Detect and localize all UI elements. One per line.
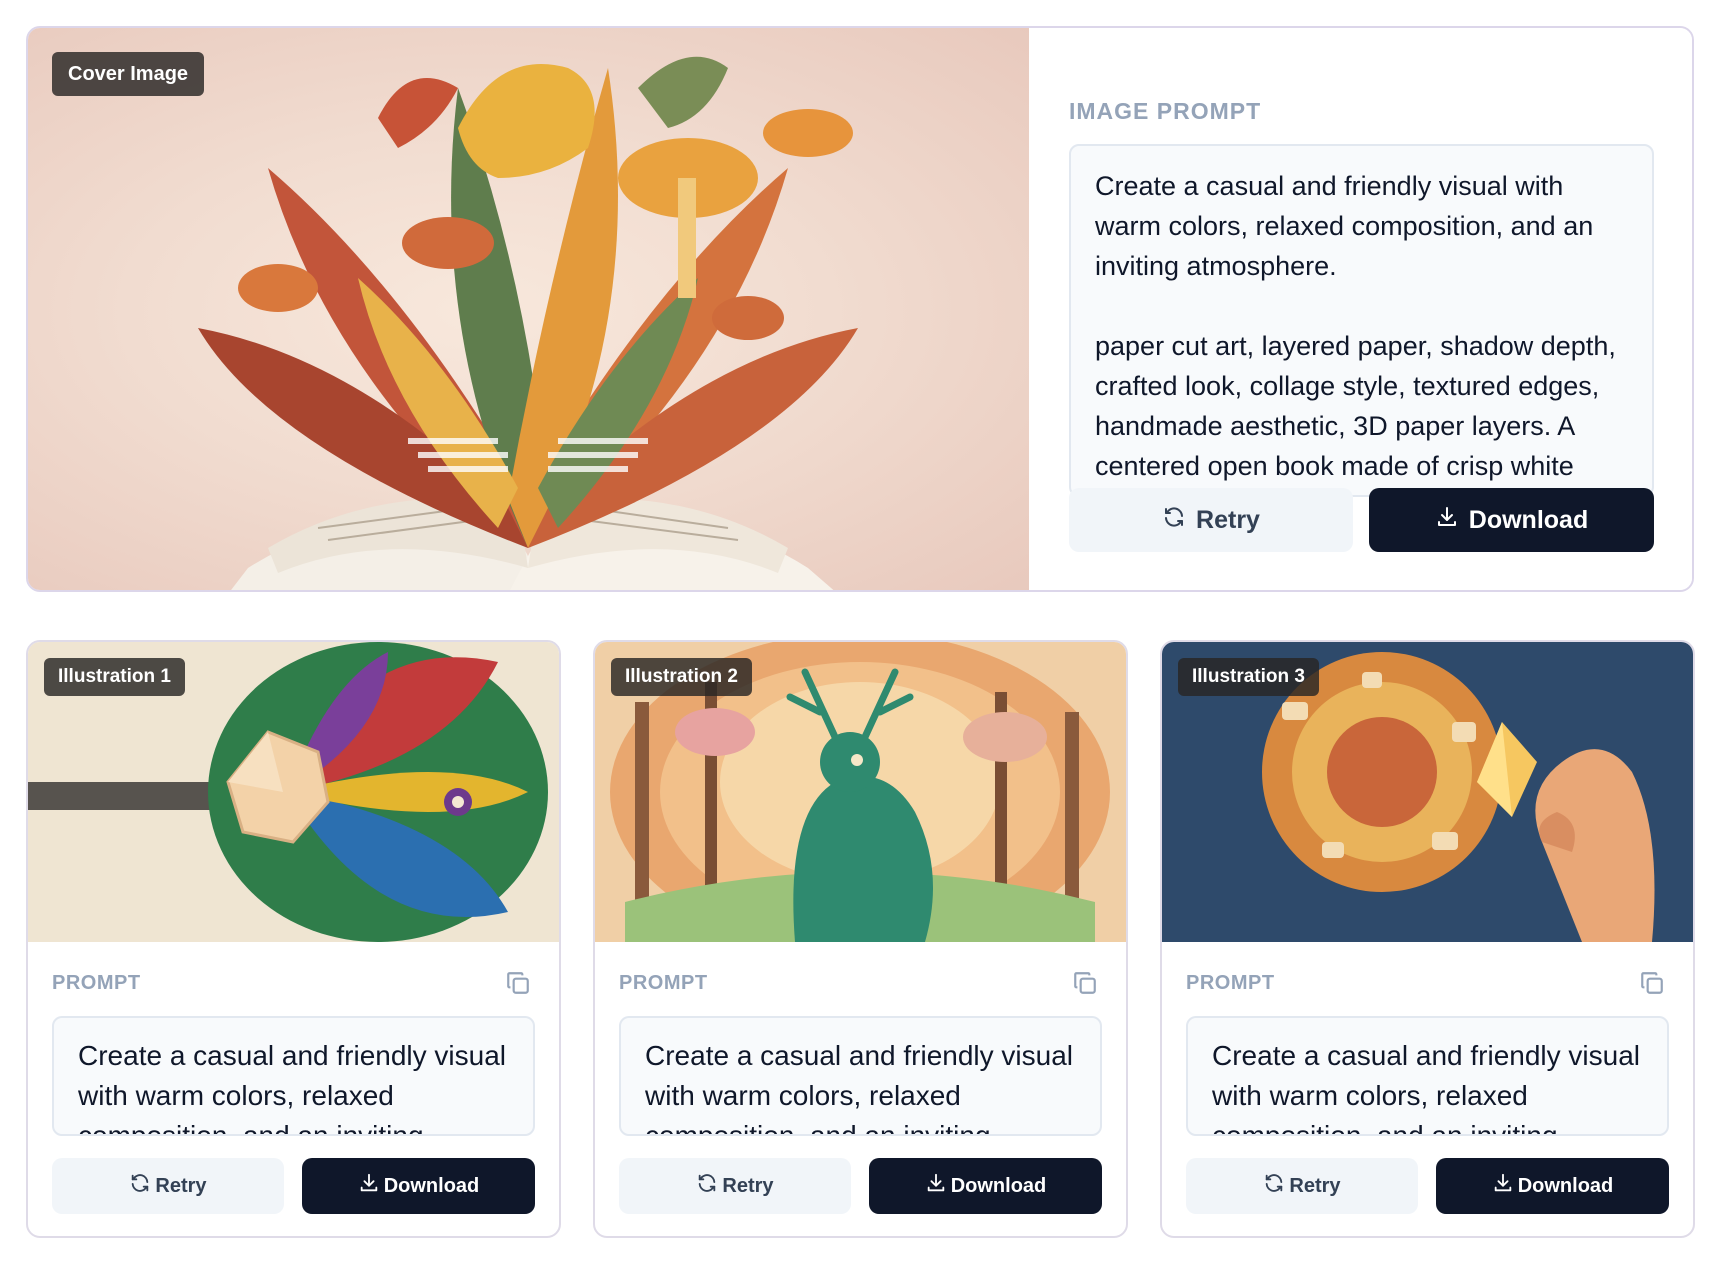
download-icon: [1492, 1172, 1514, 1200]
illustration-1-download-button[interactable]: Download: [302, 1158, 535, 1214]
cover-card: Cover Image IMAGE PROMPT Create a casual…: [26, 26, 1694, 592]
illustration-2-prompt-text[interactable]: Create a casual and friendly visual with…: [619, 1016, 1102, 1136]
cover-download-label: Download: [1468, 505, 1589, 534]
illustration-1-retry-label: Retry: [155, 1174, 207, 1197]
illustration-3-retry-button[interactable]: Retry: [1186, 1158, 1418, 1214]
illustration-1-retry-button[interactable]: Retry: [52, 1158, 284, 1214]
illustration-3-prompt-heading: PROMPT: [1186, 972, 1275, 994]
illustration-1-download-label: Download: [383, 1174, 480, 1197]
illustration-1-prompt-text[interactable]: Create a casual and friendly visual with…: [52, 1016, 535, 1136]
download-icon: [1435, 505, 1459, 536]
cover-prompt-text[interactable]: Create a casual and friendly visual with…: [1069, 144, 1654, 497]
illustration-2-download-label: Download: [950, 1174, 1047, 1197]
illustration-1-badge: Illustration 1: [44, 658, 185, 696]
refresh-icon: [129, 1172, 151, 1200]
illustration-3-prompt-text[interactable]: Create a casual and friendly visual with…: [1186, 1016, 1669, 1136]
cover-retry-label: Retry: [1196, 505, 1260, 534]
illustration-3-download-button[interactable]: Download: [1436, 1158, 1669, 1214]
illustration-2-badge: Illustration 2: [611, 658, 752, 696]
image-prompt-heading: IMAGE PROMPT: [1069, 98, 1262, 124]
cover-image: Cover Image: [28, 28, 1029, 590]
cover-artwork: [198, 56, 858, 590]
illustration-3-retry-label: Retry: [1289, 1174, 1341, 1197]
illustration-card-1: Illustration 1 PROMPT Create a casual an…: [26, 640, 561, 1238]
refresh-icon: [696, 1172, 718, 1200]
download-icon: [925, 1172, 947, 1200]
cover-retry-button[interactable]: Retry: [1069, 488, 1353, 552]
illustration-image-2: Illustration 2: [595, 642, 1126, 942]
refresh-icon: [1263, 1172, 1285, 1200]
illustration-1-prompt-heading: PROMPT: [52, 972, 141, 994]
illustration-2-download-button[interactable]: Download: [869, 1158, 1102, 1214]
copy-icon[interactable]: [505, 970, 531, 996]
illustration-card-2: Illustration 2 PROMPT Create a casual an…: [593, 640, 1128, 1238]
cover-image-badge: Cover Image: [52, 52, 205, 96]
cover-prompt-panel: IMAGE PROMPT Create a casual and friendl…: [1029, 28, 1692, 590]
cover-download-button[interactable]: Download: [1369, 488, 1654, 552]
illustration-card-3: Illustration 3 PROMPT Create a casual an…: [1160, 640, 1695, 1238]
illustration-3-download-label: Download: [1517, 1174, 1614, 1197]
illustration-2-retry-button[interactable]: Retry: [619, 1158, 851, 1214]
illustration-2-retry-label: Retry: [722, 1174, 774, 1197]
refresh-icon: [1162, 505, 1186, 536]
copy-icon[interactable]: [1639, 970, 1665, 996]
illustration-image-3: Illustration 3: [1162, 642, 1693, 942]
illustration-image-1: Illustration 1: [28, 642, 559, 942]
illustration-2-prompt-heading: PROMPT: [619, 972, 708, 994]
illustration-3-badge: Illustration 3: [1178, 658, 1319, 696]
download-icon: [358, 1172, 380, 1200]
copy-icon[interactable]: [1072, 970, 1098, 996]
